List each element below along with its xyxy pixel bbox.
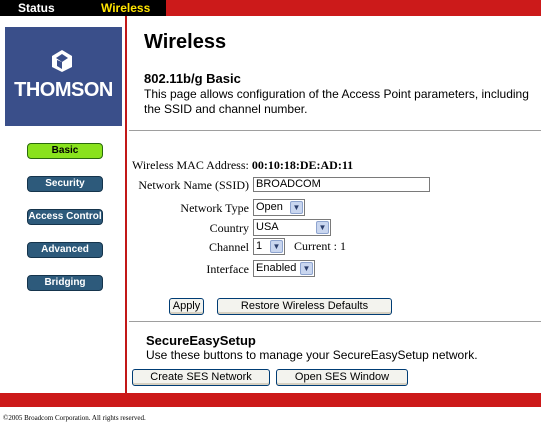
- mac-address-row: Wireless MAC Address: 00:10:18:DE:AD:11: [132, 156, 353, 174]
- sidebar-item-bridging[interactable]: Bridging: [27, 275, 103, 291]
- page-title: Wireless: [144, 31, 227, 53]
- tab-wireless[interactable]: Wireless: [101, 1, 150, 15]
- country-label: Country: [209, 221, 249, 235]
- logo-text: THOMSON: [14, 79, 113, 101]
- interface-select[interactable]: Enabled ▼: [253, 260, 315, 277]
- mac-address-value: 00:10:18:DE:AD:11: [251, 158, 354, 172]
- network-type-label: Network Type: [180, 201, 249, 215]
- bottom-red-bar: [0, 393, 541, 407]
- mac-address-label: Wireless MAC Address:: [132, 158, 249, 172]
- main-content: Wireless 802.11b/g Basic This page allow…: [129, 16, 541, 393]
- thomson-logo-icon: [52, 50, 72, 72]
- interface-value: Enabled: [256, 262, 297, 274]
- top-nav-bar: Status Wireless: [0, 0, 541, 16]
- ses-description: Use these buttons to manage your SecureE…: [146, 348, 478, 362]
- page-subtitle: 802.11b/g Basic: [144, 71, 241, 86]
- copyright-footer: ©2005 Broadcom Corporation. All rights r…: [3, 414, 146, 422]
- chevron-down-icon: ▼: [300, 262, 313, 275]
- chevron-down-icon: ▼: [290, 201, 303, 214]
- interface-label: Interface: [206, 262, 249, 276]
- sidebar-item-advanced[interactable]: Advanced: [27, 242, 103, 258]
- current-channel: Current : 1: [294, 239, 346, 253]
- create-ses-network-button[interactable]: Create SES Network: [132, 369, 270, 386]
- open-ses-window-button[interactable]: Open SES Window: [276, 369, 408, 386]
- apply-button[interactable]: Apply: [169, 298, 204, 315]
- top-red-strip: [166, 0, 541, 16]
- page-description: This page allows configuration of the Ac…: [144, 87, 529, 116]
- sidebar-item-access-control[interactable]: Access Control: [27, 209, 103, 225]
- network-type-value: Open: [256, 201, 283, 213]
- country-value: USA: [256, 221, 279, 233]
- country-select[interactable]: USA ▼: [253, 219, 331, 236]
- divider: [129, 321, 541, 322]
- restore-defaults-button[interactable]: Restore Wireless Defaults: [217, 298, 392, 315]
- sidebar-item-security[interactable]: Security: [27, 176, 103, 192]
- sidebar-item-basic[interactable]: Basic: [27, 143, 103, 159]
- ssid-label: Network Name (SSID): [138, 178, 249, 192]
- chevron-down-icon: ▼: [270, 240, 283, 253]
- channel-value: 1: [256, 240, 263, 252]
- channel-select[interactable]: 1 ▼: [253, 238, 285, 255]
- ses-title: SecureEasySetup: [146, 333, 256, 348]
- chevron-down-icon: ▼: [316, 221, 329, 234]
- divider: [129, 130, 541, 131]
- thomson-logo: THOMSON: [5, 27, 122, 126]
- sidebar: THOMSON Basic Security Access Control Ad…: [0, 16, 127, 393]
- network-type-select[interactable]: Open ▼: [253, 199, 305, 216]
- ssid-input[interactable]: [253, 176, 430, 192]
- tab-status[interactable]: Status: [18, 1, 55, 15]
- channel-label: Channel: [209, 240, 249, 254]
